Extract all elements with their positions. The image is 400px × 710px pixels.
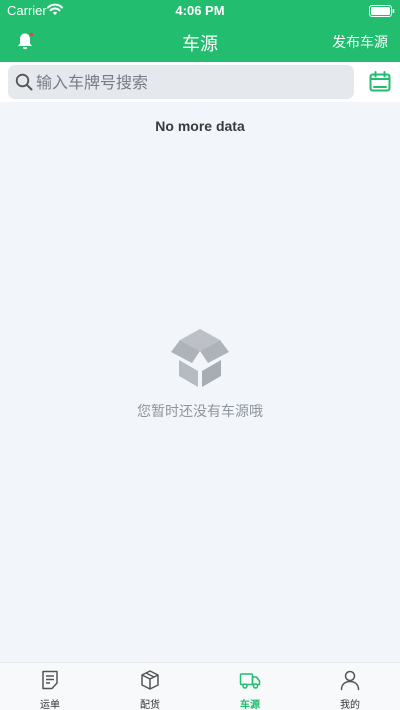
tab-profile[interactable]: 我的 <box>300 663 400 710</box>
search-icon <box>15 73 33 91</box>
tab-bar: 运单 配货 车源 我的 <box>0 662 400 710</box>
search-row <box>0 62 400 102</box>
search-box[interactable] <box>8 65 354 99</box>
calendar-icon <box>369 71 391 92</box>
tab-vehicles[interactable]: 车源 <box>200 663 300 710</box>
tab-label: 我的 <box>340 700 360 710</box>
empty-box-icon <box>171 329 229 387</box>
document-icon <box>42 670 58 690</box>
header: Carrier 4:06 PM 车源 发布车源 <box>0 0 400 62</box>
empty-state-message: 您暂时还没有车源哦 <box>137 404 263 420</box>
tab-label: 运单 <box>40 700 60 710</box>
tab-label: 车源 <box>240 700 260 710</box>
battery-icon <box>369 5 395 17</box>
tab-label: 配货 <box>140 700 160 710</box>
publish-vehicle-button[interactable]: 发布车源 <box>332 32 388 52</box>
calendar-button[interactable] <box>361 65 400 99</box>
truck-icon <box>239 673 261 689</box>
person-icon <box>340 670 360 691</box>
list-end-label: No more data <box>155 118 245 134</box>
search-input[interactable] <box>36 65 346 99</box>
status-time: 4:06 PM <box>175 3 225 18</box>
tab-waybill[interactable]: 运单 <box>0 663 100 710</box>
package-icon <box>141 670 159 690</box>
status-bar: Carrier 4:06 PM <box>0 0 400 22</box>
navigation-bar: 车源 发布车源 <box>0 22 400 62</box>
tab-cargo[interactable]: 配货 <box>100 663 200 710</box>
